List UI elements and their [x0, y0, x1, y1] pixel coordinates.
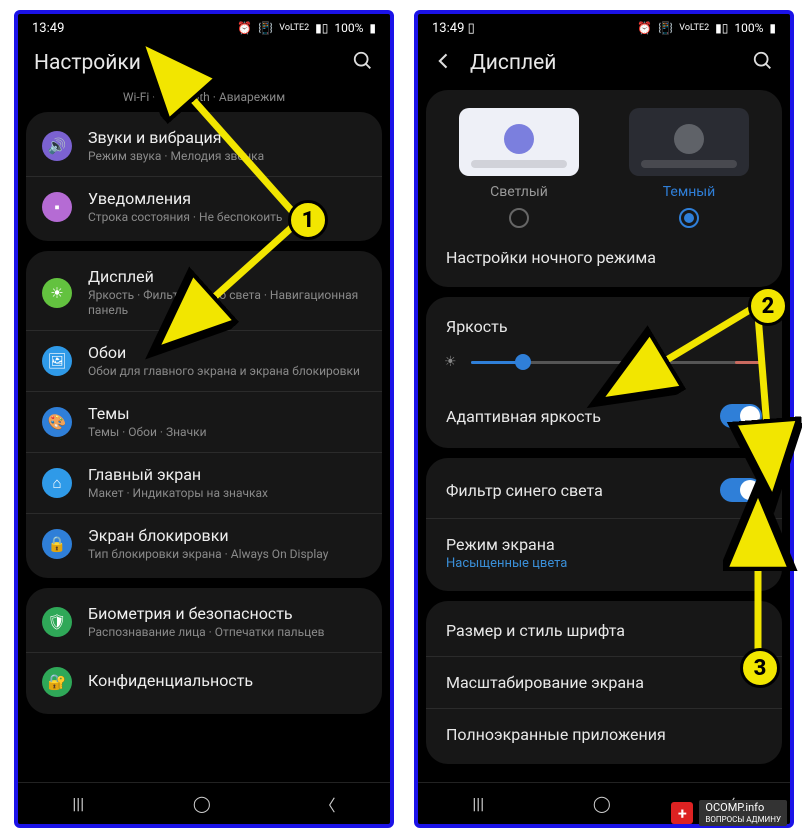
zoom-label: Масштабирование экрана	[446, 673, 644, 692]
theme-dark-label: Темный	[663, 184, 716, 200]
vibrate-icon: 📳	[658, 21, 673, 35]
theme-dark-radio[interactable]	[679, 208, 699, 228]
row-screen-zoom[interactable]: Масштабирование экрана	[426, 656, 782, 708]
home-icon: ⌂	[42, 468, 72, 498]
themes-icon: 🎨	[42, 407, 72, 437]
row-wallpaper[interactable]: 🖼 ОбоиОбои для главного экрана и экрана …	[26, 330, 382, 391]
phone-screen-display: 13:49 ▯ ⏰ 📳 VoLTE2 ▮▯ 100% ▮ Дисплей Све…	[414, 10, 794, 828]
row-blue-light-filter[interactable]: Фильтр синего света	[426, 462, 782, 518]
row-biometrics[interactable]: 🛡 Биометрия и безопасностьРаспознавание …	[26, 592, 382, 652]
fullscreen-label: Полноэкранные приложения	[446, 725, 666, 744]
sun-dim-icon: ☀	[444, 354, 457, 370]
alarm-icon: ⏰	[237, 21, 252, 35]
theme-light-radio[interactable]	[509, 208, 529, 228]
network-label: VoLTE2	[279, 23, 309, 33]
blue-light-toggle[interactable]	[720, 478, 762, 502]
theme-dark-option[interactable]: Темный	[610, 108, 768, 228]
settings-list[interactable]: 🔊 Звуки и вибрацияРежим звука · Мелодия …	[18, 112, 390, 782]
wallpaper-icon: 🖼	[42, 346, 72, 376]
brightness-label: Яркость	[446, 317, 508, 336]
nav-recents-icon[interactable]: |||	[472, 794, 484, 813]
header: Дисплей	[418, 42, 790, 90]
row-notifications[interactable]: ▪ УведомленияСтрока состояния · Не беспо…	[26, 176, 382, 237]
brightness-slider-row: ☀	[426, 340, 782, 388]
watermark: + OCOMP.info ВОПРОСЫ АДМИНУ	[671, 800, 787, 826]
battery-label: 100%	[334, 21, 363, 35]
sound-icon: 🔊	[42, 131, 72, 161]
battery-icon: ▮	[369, 21, 376, 35]
screen-mode-value: Насыщенные цвета	[446, 556, 567, 571]
display-icon: ☀	[42, 278, 72, 308]
theme-chooser: Светлый Темный	[426, 94, 782, 232]
header: Настройки	[18, 42, 390, 90]
row-brightness-header: Яркость	[426, 301, 782, 340]
status-icons: ⏰ 📳 VoLTE2 ▮▯ 100% ▮	[637, 21, 776, 35]
battery-icon: ▮	[769, 21, 776, 35]
privacy-icon: 🔐	[42, 667, 72, 697]
row-home[interactable]: ⌂ Главный экранМакет · Индикаторы на зна…	[26, 452, 382, 513]
brightness-slider[interactable]	[471, 361, 764, 364]
row-adaptive-brightness[interactable]: Адаптивная яркость	[426, 388, 782, 444]
nav-home-icon[interactable]: ◯	[193, 794, 211, 813]
row-fullscreen-apps[interactable]: Полноэкранные приложения	[426, 708, 782, 760]
lock-icon: 🔒	[42, 529, 72, 559]
search-icon[interactable]	[352, 50, 374, 76]
adaptive-brightness-toggle[interactable]	[720, 404, 762, 428]
row-themes[interactable]: 🎨 ТемыТемы · Обои · Значки	[26, 391, 382, 452]
status-icons: ⏰ 📳 VoLTE2 ▮▯ 100% ▮	[237, 21, 376, 35]
page-title: Настройки	[34, 51, 352, 75]
connectivity-tags: Wi-Fi · Bluetooth · Авиарежим	[18, 90, 390, 112]
signal-icon: ▮▯	[315, 21, 328, 35]
display-settings-list[interactable]: Светлый Темный Настройки ночного режима …	[418, 90, 790, 782]
status-bar: 13:49 ▯ ⏰ 📳 VoLTE2 ▮▯ 100% ▮	[418, 14, 790, 42]
page-title: Дисплей	[470, 51, 752, 75]
nav-bar: ||| ◯ 〈	[18, 782, 390, 824]
nav-back-icon[interactable]: 〈	[320, 792, 336, 816]
row-privacy[interactable]: 🔐 Конфиденциальность	[26, 652, 382, 710]
theme-light-label: Светлый	[490, 184, 548, 200]
theme-dark-thumb	[629, 108, 749, 176]
status-bar: 13:49 ⏰ 📳 VoLTE2 ▮▯ 100% ▮	[18, 14, 390, 42]
adaptive-brightness-label: Адаптивная яркость	[446, 407, 601, 426]
signal-icon: ▮▯	[715, 21, 728, 35]
blue-light-label: Фильтр синего света	[446, 481, 603, 500]
row-night-mode[interactable]: Настройки ночного режима	[426, 232, 782, 283]
row-sounds[interactable]: 🔊 Звуки и вибрацияРежим звука · Мелодия …	[26, 116, 382, 176]
watermark-text: OCOMP.info ВОПРОСЫ АДМИНУ	[699, 800, 787, 826]
network-label: VoLTE2	[679, 23, 709, 33]
biometrics-icon: 🛡	[42, 607, 72, 637]
row-font-size[interactable]: Размер и стиль шрифта	[426, 605, 782, 656]
search-icon[interactable]	[752, 50, 774, 76]
status-time: 13:49 ▯	[432, 21, 475, 36]
vibrate-icon: 📳	[258, 21, 273, 35]
row-lockscreen[interactable]: 🔒 Экран блокировкиТип блокировки экрана …	[26, 513, 382, 574]
watermark-flag-icon: +	[671, 802, 693, 824]
phone-screen-settings: 13:49 ⏰ 📳 VoLTE2 ▮▯ 100% ▮ Настройки Wi-…	[14, 10, 394, 828]
status-time: 13:49	[32, 21, 64, 36]
nav-recents-icon[interactable]: |||	[72, 794, 84, 813]
screen-mode-label: Режим экрана	[446, 535, 567, 554]
row-display[interactable]: ☀ ДисплейЯркость · Фильтр синего света ·…	[26, 255, 382, 330]
theme-light-thumb	[459, 108, 579, 176]
font-label: Размер и стиль шрифта	[446, 621, 625, 640]
theme-light-option[interactable]: Светлый	[440, 108, 598, 228]
notifications-icon: ▪	[42, 192, 72, 222]
battery-label: 100%	[734, 21, 763, 35]
alarm-icon: ⏰	[637, 21, 652, 35]
night-mode-label: Настройки ночного режима	[446, 248, 656, 267]
row-screen-mode[interactable]: Режим экрана Насыщенные цвета	[426, 518, 782, 587]
nav-home-icon[interactable]: ◯	[593, 794, 611, 813]
back-icon[interactable]	[434, 51, 454, 75]
